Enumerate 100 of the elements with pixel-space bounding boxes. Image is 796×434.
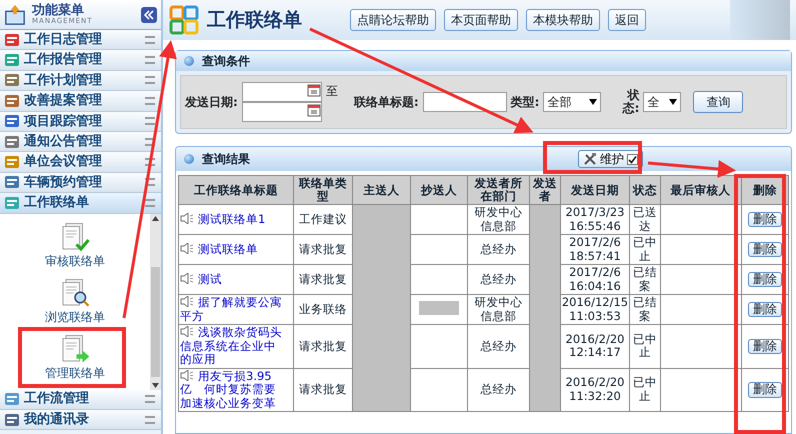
table-cell: 2017/3/23 16:55:46	[560, 204, 630, 234]
panel-title: 查询结果	[202, 151, 250, 168]
grip-icon	[145, 198, 155, 207]
sidebar-menu-item[interactable]: 车辆预约管理	[0, 172, 161, 194]
date-label: 发送日期:	[185, 94, 238, 111]
page-title: 工作联络单	[207, 8, 302, 33]
sidebar-menu-item[interactable]: 工作流管理	[0, 390, 161, 410]
help-button[interactable]: 返回	[608, 9, 646, 31]
date-range-label: 至	[326, 83, 338, 100]
table-cell: 工作建议	[294, 204, 352, 234]
speaker-icon	[180, 272, 194, 284]
menu-icon	[4, 72, 20, 88]
column-header: 工作联络单标题	[178, 176, 294, 204]
table-cell: 已中止	[630, 368, 660, 412]
document-icon	[60, 334, 90, 364]
grip-icon	[145, 395, 155, 404]
table-cell: 已中止	[630, 324, 660, 368]
column-header: 发送者	[530, 176, 560, 204]
delete-button[interactable]: 删除	[748, 272, 782, 288]
menu-icon	[4, 412, 20, 428]
help-button[interactable]: 点睛论坛帮助	[350, 9, 436, 31]
menu-icon	[4, 113, 20, 130]
table-cell: 已结案	[630, 264, 660, 294]
column-header: 发送日期	[560, 176, 630, 204]
speaker-icon	[180, 370, 194, 380]
sidebar-menu-item[interactable]: 工作报告管理	[0, 50, 161, 71]
column-header: 最后审核人	[660, 176, 741, 204]
menu-icon	[4, 52, 20, 68]
grip-icon	[145, 76, 155, 84]
title-link[interactable]: 浅谈散杂货码头信息系统在企业中的应用	[180, 326, 292, 366]
table-cell: 2017/2/6 16:04:16	[560, 264, 630, 294]
grip-icon	[145, 117, 155, 126]
calendar-icon[interactable]	[306, 83, 321, 97]
grip-icon	[145, 138, 155, 146]
sidebar-menu-item[interactable]: 单位会议管理	[0, 152, 161, 173]
delete-button[interactable]: 删除	[748, 338, 782, 354]
menu-icon	[4, 194, 20, 211]
submenu-item[interactable]: 管理联络单	[45, 334, 105, 381]
dropdown-icon	[669, 99, 678, 105]
app-logo-icon	[169, 5, 199, 35]
sidebar-menu-item[interactable]: 我的通讯录	[0, 410, 161, 430]
menu-icon	[4, 92, 20, 109]
subject-field[interactable]	[422, 92, 507, 112]
grip-icon	[145, 178, 155, 186]
panel-title: 查询条件	[202, 53, 250, 70]
column-header: 联络单类型	[294, 176, 352, 204]
menu-icon	[4, 154, 20, 170]
sidebar-menu-item[interactable]: 通知公告管理	[0, 132, 161, 152]
document-icon	[60, 222, 90, 252]
table-cell: 已结案	[630, 294, 660, 324]
sidebar-menu-item[interactable]: 改善提案管理	[0, 91, 161, 112]
collapse-button[interactable]	[141, 6, 157, 22]
menu-icon	[4, 134, 20, 150]
title-link[interactable]: 用友亏损3.95亿 何时复苏需要加速核心业务变革	[180, 370, 292, 410]
date-field[interactable]	[242, 102, 322, 122]
grip-icon	[145, 36, 155, 44]
bullet-icon	[184, 56, 194, 66]
sidebar-menu-item[interactable]: 工作联络单	[0, 193, 161, 214]
menu-icon	[4, 32, 20, 48]
help-button[interactable]: 本页面帮助	[444, 9, 518, 31]
scrollbar[interactable]	[150, 214, 161, 390]
calendar-icon[interactable]	[306, 103, 321, 117]
menu-icon	[4, 391, 20, 408]
photo-placeholder	[730, 0, 790, 40]
type-select[interactable]: 全部	[543, 92, 602, 112]
speaker-icon	[180, 326, 194, 337]
grip-icon	[145, 158, 155, 166]
menu-logo-icon	[4, 4, 26, 26]
title-link[interactable]: 据了解就要公寓平方	[180, 296, 292, 323]
delete-button[interactable]: 删除	[748, 242, 782, 258]
speaker-icon	[180, 296, 194, 307]
redaction-block	[418, 300, 459, 315]
table-cell: 已送达	[630, 204, 660, 234]
column-header: 发送者所在部门	[467, 176, 530, 204]
status-select[interactable]: 全	[643, 92, 682, 112]
grip-icon	[145, 56, 155, 64]
date-field[interactable]	[242, 82, 322, 102]
subject-label: 联络单标题:	[354, 94, 419, 111]
delete-button[interactable]: 删除	[748, 212, 782, 228]
table-cell: 2016/12/15 11:03:53	[560, 294, 630, 324]
table-cell: 已中止	[630, 234, 660, 264]
status-label: 状态:	[621, 89, 640, 115]
maintain-button[interactable]: 维护	[578, 150, 643, 168]
sidebar-menu-item[interactable]: 项目跟踪管理	[0, 112, 161, 132]
column-header: 主送人	[352, 176, 411, 204]
maintain-checkbox[interactable]	[627, 154, 638, 164]
type-label: 类型:	[510, 94, 540, 111]
column-header: 状态	[630, 176, 660, 204]
delete-button[interactable]: 删除	[748, 382, 782, 398]
grip-icon	[145, 416, 155, 424]
submenu-item[interactable]: 浏览联络单	[45, 278, 105, 325]
delete-button[interactable]: 删除	[748, 302, 782, 318]
sidebar-menu-item[interactable]: 工作日志管理	[0, 30, 161, 50]
search-button[interactable]: 查询	[693, 91, 744, 113]
help-button[interactable]: 本模块帮助	[526, 9, 600, 31]
speaker-icon	[180, 212, 194, 224]
document-icon	[60, 278, 90, 308]
table-cell: 2017/2/6 18:57:41	[560, 234, 630, 264]
submenu-item[interactable]: 审核联络单	[45, 222, 105, 269]
sidebar-menu-item[interactable]: 工作计划管理	[0, 70, 161, 92]
